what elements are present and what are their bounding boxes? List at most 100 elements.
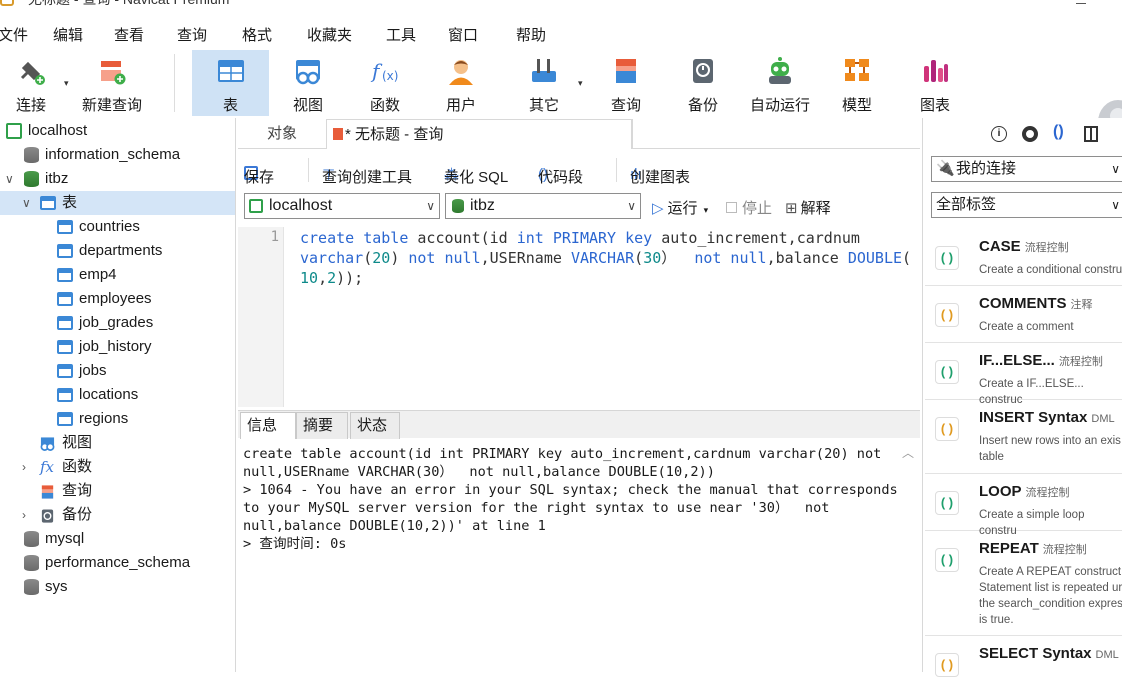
query-button[interactable]: 查询 [592, 50, 660, 116]
eye-icon[interactable] [1022, 126, 1038, 142]
snippet-tag: 流程控制 [1058, 356, 1103, 368]
menu-view[interactable]: 查看 [114, 24, 144, 45]
explain-button[interactable]: ⊞ 解释 [785, 197, 831, 218]
table-icon [57, 388, 73, 402]
connect-button[interactable]: 连接 [0, 50, 62, 116]
chevron-right-icon[interactable]: › [22, 455, 26, 479]
tree-item-performance-schema[interactable]: performance_schema [0, 551, 235, 575]
backup-button[interactable]: 备份 [670, 50, 736, 116]
snippet-item[interactable]: ( ) CASE 流程控制 Create a conditional constr… [925, 230, 1122, 286]
sql-editor[interactable]: 1 create table account(id int PRIMARY ke… [238, 227, 920, 407]
output-line: to your MySQL server version for the rig… [243, 500, 830, 516]
stop-button[interactable]: 停止 [726, 197, 772, 218]
minimize-icon[interactable] [1076, 0, 1086, 4]
tree-item-jobs[interactable]: jobs [0, 359, 235, 383]
connect-dropdown-icon[interactable]: ▾ [64, 78, 69, 89]
code-snippet-icon[interactable]: () [1053, 123, 1064, 141]
tag-filter-value: 全部标签 [936, 196, 997, 213]
menu-format[interactable]: 格式 [242, 24, 272, 45]
tree-label: itbz [45, 170, 69, 187]
output-scrollbar[interactable]: ︿ [900, 446, 918, 672]
run-button[interactable]: ▷ 运行 ▾ [652, 197, 708, 218]
new-query-button[interactable]: 新建查询 [76, 50, 148, 116]
menu-tools[interactable]: 工具 [386, 24, 416, 45]
create-chart-label: 创建图表 [630, 169, 691, 186]
tree-label: 备份 [62, 506, 93, 523]
menu-edit[interactable]: 编辑 [53, 24, 83, 45]
menu-query[interactable]: 查询 [177, 24, 207, 45]
menu-window[interactable]: 窗口 [448, 24, 478, 45]
database-icon [452, 199, 464, 213]
tab-summary[interactable]: 摘要 [296, 412, 348, 439]
chevron-down-icon[interactable]: ∨ [5, 167, 14, 191]
run-dropdown-icon[interactable]: ▾ [704, 205, 709, 215]
tree-item-views[interactable]: 视图 [0, 431, 235, 455]
snippet-desc: Create a comment [979, 321, 1074, 333]
model-button[interactable]: 模型 [824, 50, 890, 116]
tree-item-information-schema[interactable]: information_schema [0, 143, 235, 167]
sql-code-line: varchar(20) not null,USERname VARCHAR(30… [300, 249, 912, 267]
tree-item-tables[interactable]: ∨ 表 [0, 191, 235, 215]
tab-info[interactable]: 信息 [240, 412, 296, 439]
tree-item-locations[interactable]: locations [0, 383, 235, 407]
function-button[interactable]: f (x) 函数 [350, 50, 420, 116]
database-select[interactable]: itbz ∨ [445, 193, 641, 219]
connection-select[interactable]: localhost ∨ [244, 193, 440, 219]
menu-help[interactable]: 帮助 [516, 24, 546, 45]
snippet-item[interactable]: ( ) INSERT Syntax DML Insert new rows int… [925, 401, 1122, 474]
tree-item-sys[interactable]: sys [0, 575, 235, 599]
function-icon: fx [40, 458, 55, 476]
tree-item-regions[interactable]: regions [0, 407, 235, 431]
chevron-down-icon: ∨ [627, 199, 636, 213]
other-button[interactable]: 其它 [510, 50, 578, 116]
info-icon[interactable]: i [991, 126, 1007, 142]
sql-code-line: create table account(id int PRIMARY key … [300, 229, 860, 247]
tab-objects[interactable]: 对象 [238, 119, 326, 149]
snippet-item[interactable]: ( ) IF...ELSE... 流程控制 Create a IF...ELSE.… [925, 344, 1122, 406]
chevron-down-icon[interactable]: ∨ [22, 191, 31, 215]
other-dropdown-icon[interactable]: ▾ [578, 78, 583, 89]
menu-file[interactable]: 文件 [0, 24, 28, 45]
scroll-up-icon[interactable]: ︿ [902, 444, 914, 461]
tree-item-queries[interactable]: 查询 [0, 479, 235, 503]
plug-icon: 🔌 [936, 160, 955, 177]
tag-filter-select[interactable]: 全部标签 ∨ [931, 192, 1122, 218]
menu-favorites[interactable]: 收藏夹 [307, 24, 352, 45]
snippet-item[interactable]: ( ) SELECT Syntax DML [925, 637, 1122, 677]
chart-button[interactable]: 图表 [902, 50, 968, 116]
tree-item-job-grades[interactable]: job_grades [0, 311, 235, 335]
view-button[interactable]: 视图 [272, 50, 344, 116]
line-number: 1 [270, 229, 279, 245]
tree-item-job-history[interactable]: job_history [0, 335, 235, 359]
tree-item-countries[interactable]: countries [0, 215, 235, 239]
snippet-item[interactable]: ( ) COMMENTS 注释 Create a comment [925, 287, 1122, 343]
tree-item-departments[interactable]: departments [0, 239, 235, 263]
tree-item-mysql[interactable]: mysql [0, 527, 235, 551]
table-button[interactable]: 表 [192, 50, 269, 116]
snippet-label: 代码段 [538, 169, 584, 186]
tab-query[interactable]: * 无标题 - 查询 [326, 119, 632, 149]
tab-status[interactable]: 状态 [350, 412, 400, 439]
snippet-item[interactable]: ( ) LOOP 流程控制 Create a simple loop constr… [925, 475, 1122, 537]
tree-item-employees[interactable]: employees [0, 287, 235, 311]
tree-item-itbz[interactable]: ∨ itbz [0, 167, 235, 191]
stop-icon [726, 202, 737, 213]
auto-run-label: 自动运行 [749, 97, 810, 114]
toolbar-divider [174, 54, 175, 112]
layout-icon[interactable] [1084, 126, 1098, 142]
title-bar: 无标题 - 查询 - Navicat Premium [0, 0, 1122, 8]
new-query-icon [101, 61, 126, 85]
auto-run-button[interactable]: 自动运行 [746, 50, 814, 116]
tree-item-localhost[interactable]: localhost [0, 119, 235, 143]
chevron-right-icon[interactable]: › [22, 503, 26, 527]
main-toolbar: 连接 ▾ 新建查询 表 视图 f (x) 函数 用户 其它 ▾ 查询 备份 自动运… [0, 48, 1122, 144]
tree-item-emp4[interactable]: emp4 [0, 263, 235, 287]
database-icon [24, 555, 39, 571]
snippet-desc: Insert new rows into an exis table [979, 435, 1121, 463]
connection-filter-select[interactable]: 🔌 我的连接 ∨ [931, 156, 1122, 182]
tree-item-functions[interactable]: › fx 函数 [0, 455, 235, 479]
snippet-item[interactable]: ( ) REPEAT 流程控制 Create A REPEAT construct… [925, 532, 1122, 636]
tree-item-backups[interactable]: › 备份 [0, 503, 235, 527]
user-button[interactable]: 用户 [426, 50, 496, 116]
snippet-icon: ( ) [935, 548, 959, 572]
